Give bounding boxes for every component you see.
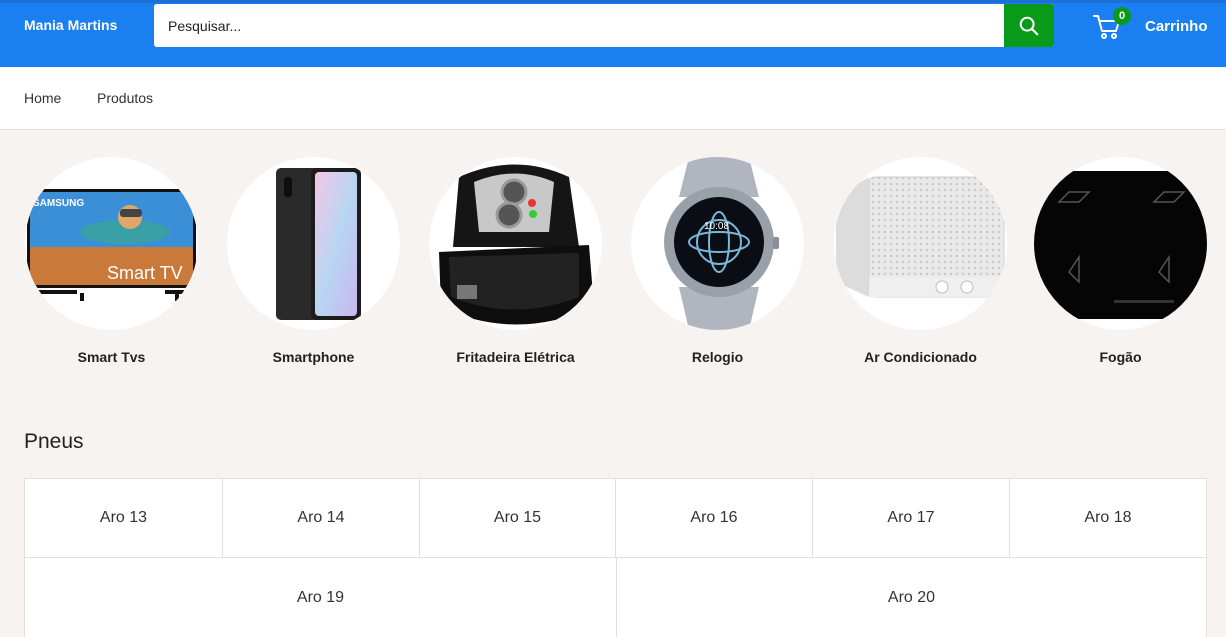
pneu-aro-15[interactable]: Aro 15 bbox=[420, 479, 616, 558]
category-label: Ar Condicionado bbox=[864, 349, 977, 365]
pneu-aro-17[interactable]: Aro 17 bbox=[813, 479, 1010, 558]
category-label: Fritadeira Elétrica bbox=[456, 349, 575, 365]
category-label: Smartphone bbox=[272, 349, 355, 365]
category-relogio[interactable]: 10:08 Relogio bbox=[630, 157, 805, 365]
pneu-aro-16[interactable]: Aro 16 bbox=[616, 479, 813, 558]
search-button[interactable] bbox=[1004, 4, 1054, 47]
category-image-phone bbox=[227, 157, 400, 330]
pneu-aro-14[interactable]: Aro 14 bbox=[223, 479, 420, 558]
category-smart-tvs[interactable]: SAMSUNG Smart TV Smart Tvs bbox=[24, 157, 199, 365]
store-logo[interactable]: Mania Martins bbox=[24, 17, 117, 33]
cart-count-badge: 0 bbox=[1113, 7, 1131, 25]
search-bar bbox=[154, 4, 1054, 47]
cart-label: Carrinho bbox=[1145, 17, 1208, 35]
category-image-watch: 10:08 bbox=[631, 157, 804, 330]
pneus-grid: Aro 13 Aro 14 Aro 15 Aro 16 Aro 17 Aro 1… bbox=[24, 478, 1207, 637]
category-fogao[interactable]: Fogão bbox=[1033, 157, 1208, 365]
tv-brand-text: SAMSUNG bbox=[33, 198, 84, 209]
pneu-aro-20[interactable]: Aro 20 bbox=[617, 558, 1206, 637]
tv-screen-text: Smart TV bbox=[107, 263, 183, 283]
search-icon bbox=[1019, 16, 1039, 35]
cart-button[interactable]: 0 Carrinho bbox=[1092, 7, 1208, 42]
category-fritadeira[interactable]: Fritadeira Elétrica bbox=[428, 157, 603, 365]
category-image-ac bbox=[834, 157, 1007, 330]
category-image-airfryer bbox=[429, 157, 602, 330]
category-smartphone[interactable]: Smartphone bbox=[226, 157, 401, 365]
pneu-aro-19[interactable]: Aro 19 bbox=[25, 558, 617, 637]
category-ar-condicionado[interactable]: Ar Condicionado bbox=[833, 157, 1008, 365]
main-nav: Home Produtos bbox=[0, 67, 1226, 130]
watch-time-text: 10:08 bbox=[704, 221, 729, 232]
section-title-pneus: Pneus bbox=[24, 430, 84, 453]
category-label: Smart Tvs bbox=[77, 349, 146, 365]
category-image-cooktop bbox=[1034, 157, 1207, 330]
pneu-aro-18[interactable]: Aro 18 bbox=[1010, 479, 1206, 558]
category-label: Relogio bbox=[691, 349, 744, 365]
top-header: Mania Martins 0 Carrinho bbox=[0, 0, 1226, 67]
category-label: Fogão bbox=[1099, 349, 1142, 365]
nav-item-home[interactable]: Home bbox=[24, 90, 61, 106]
category-image-tv: SAMSUNG Smart TV bbox=[25, 157, 198, 330]
search-input[interactable] bbox=[154, 4, 1004, 47]
pneu-aro-13[interactable]: Aro 13 bbox=[25, 479, 223, 558]
nav-item-produtos[interactable]: Produtos bbox=[97, 90, 153, 106]
